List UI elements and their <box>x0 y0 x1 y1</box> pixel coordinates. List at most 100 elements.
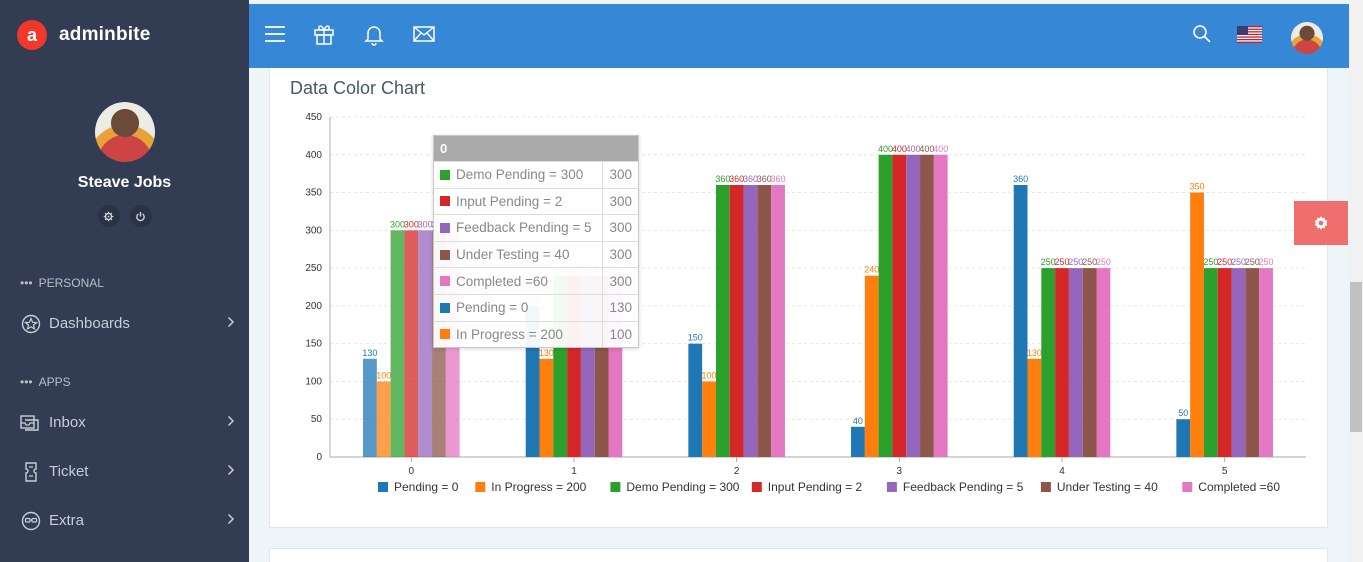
bar <box>1231 268 1246 457</box>
series-swatch <box>440 329 450 340</box>
y-tick-label: 400 <box>305 150 322 161</box>
bell-icon[interactable] <box>362 22 386 46</box>
data-label: 250 <box>1245 257 1260 267</box>
section-label-apps: ••• APPS <box>20 375 71 389</box>
sidebar-item-inbox[interactable]: Inbox <box>0 398 249 447</box>
profile-avatar[interactable] <box>94 102 155 162</box>
bar <box>1027 358 1042 457</box>
legend-item: In Progress = 200 <box>491 480 586 494</box>
bar <box>376 381 391 457</box>
sidebar-item-extra[interactable]: Extra <box>0 496 249 545</box>
bar <box>390 230 405 457</box>
brand-logo-icon: a <box>17 20 47 50</box>
data-label: 400 <box>892 144 907 154</box>
tooltip-row: Completed =60 300 <box>434 267 638 294</box>
tooltip-row-value: 300 <box>609 273 632 289</box>
bar <box>892 154 907 457</box>
sidebar-item-label: Dashboards <box>49 315 130 332</box>
data-label: 400 <box>906 144 921 154</box>
brand-name: adminbite <box>59 24 151 45</box>
bar <box>702 381 716 457</box>
tooltip-row: Feedback Pending = 5 300 <box>434 214 638 241</box>
data-label: 300 <box>404 219 419 229</box>
y-tick-label: 300 <box>305 225 322 236</box>
bar <box>851 426 865 457</box>
mail-icon[interactable] <box>412 22 436 46</box>
data-label: 150 <box>688 333 703 343</box>
user-avatar[interactable] <box>1291 22 1323 54</box>
gear-icon <box>1314 216 1328 230</box>
scrollbar-thumb[interactable] <box>1350 282 1362 432</box>
settings-icon[interactable] <box>97 205 120 227</box>
data-label: 100 <box>376 370 391 380</box>
bar <box>1096 268 1111 457</box>
data-label: 350 <box>1190 182 1205 192</box>
legend-item: Completed =60 <box>1198 480 1280 494</box>
bar <box>363 358 377 457</box>
power-icon[interactable] <box>129 205 152 227</box>
data-label: 250 <box>1082 257 1097 267</box>
secondary-card <box>269 548 1328 562</box>
data-label: 250 <box>1259 257 1274 267</box>
ticket-icon <box>20 461 42 483</box>
search-icon[interactable] <box>1190 22 1214 46</box>
data-label: 360 <box>757 174 772 184</box>
tooltip-row-label: Input Pending = 2 <box>456 193 563 209</box>
menu-icon[interactable] <box>263 22 287 46</box>
extra-icon <box>20 510 42 532</box>
legend-swatch <box>610 482 621 492</box>
series-swatch <box>440 196 450 207</box>
data-label: 130 <box>362 348 377 358</box>
gift-icon[interactable] <box>312 22 336 46</box>
inbox-icon <box>20 412 42 434</box>
data-label: 250 <box>1041 257 1056 267</box>
x-tick-label: 4 <box>1059 466 1065 477</box>
bar <box>864 275 879 457</box>
bar <box>404 230 419 457</box>
sidebar-item-dashboards[interactable]: Dashboards <box>0 299 249 348</box>
data-label: 250 <box>1096 257 1111 267</box>
user-profile: Steave Jobs <box>0 70 249 227</box>
tooltip-row-name: Demo Pending = 300 <box>434 162 603 188</box>
data-label: 360 <box>1013 174 1028 184</box>
bar <box>933 154 948 457</box>
legend-item: Feedback Pending = 5 <box>903 480 1024 494</box>
y-tick-label: 350 <box>305 188 322 199</box>
bar <box>1217 268 1232 457</box>
tooltip-row-value: 300 <box>609 167 632 183</box>
tooltip-row-name: In Progress = 200 <box>434 321 603 348</box>
legend-item: Input Pending = 2 <box>768 480 863 494</box>
card-title: Data Color Chart <box>290 78 426 98</box>
data-label: 400 <box>878 144 893 154</box>
chevron-right-icon <box>227 316 235 328</box>
profile-actions <box>0 205 249 227</box>
page-scrollbar[interactable] <box>1349 0 1363 562</box>
x-tick-label: 0 <box>409 466 415 477</box>
bar <box>1041 268 1056 457</box>
bar <box>920 154 934 457</box>
y-tick-label: 450 <box>305 112 322 123</box>
tooltip-row-value: 300 <box>609 247 632 263</box>
tooltip-row-name: Feedback Pending = 5 <box>434 215 603 241</box>
data-label: 300 <box>418 219 433 229</box>
tooltip-row: Under Testing = 40 300 <box>434 240 638 268</box>
data-label: 40 <box>853 416 863 426</box>
x-tick-label: 3 <box>897 466 903 477</box>
flag-us-icon[interactable] <box>1237 26 1262 43</box>
bar <box>1055 268 1069 457</box>
tooltip-row-value: 130 <box>609 300 632 316</box>
series-swatch <box>440 169 450 180</box>
customizer-settings-button[interactable] <box>1294 201 1348 245</box>
brand[interactable]: a adminbite <box>0 0 249 70</box>
sidebar-item-label: Extra <box>49 512 85 529</box>
tooltip-row-label: Under Testing = 40 <box>456 247 570 263</box>
bar <box>715 185 730 457</box>
data-label: 50 <box>1178 408 1188 418</box>
y-tick-label: 200 <box>305 301 322 312</box>
data-label: 250 <box>1068 257 1083 267</box>
data-label: 130 <box>539 348 554 358</box>
tooltip-row: Input Pending = 2 300 <box>434 187 638 215</box>
legend-swatch <box>475 482 486 492</box>
sidebar-item-ticket[interactable]: Ticket <box>0 447 249 496</box>
sidebar: a adminbite Steave Jobs ••• PERSONAL Dash… <box>0 0 249 562</box>
